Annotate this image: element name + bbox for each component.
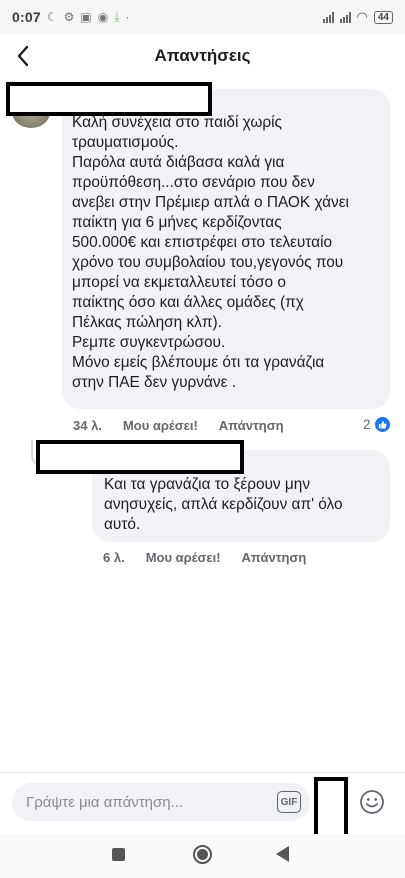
more-dots-icon: ·	[125, 10, 130, 24]
signal-icon-2	[339, 11, 351, 23]
back-triangle-icon[interactable]	[276, 846, 289, 862]
status-time: 0:07	[12, 9, 41, 25]
comment-line: Παρόλα αυτά διάβασα καλά για	[72, 154, 285, 171]
reply-time: 6 λ.	[103, 550, 125, 565]
status-bar: 0:07 ☾ ⚙ ▣ ◉ ⤓ · ◠ 44	[0, 0, 405, 34]
comment-line: Πέλκας πώληση κλπ).	[72, 314, 222, 331]
back-button[interactable]	[10, 42, 36, 70]
moon-icon: ☾	[46, 10, 58, 24]
reaction-count-number: 2	[363, 417, 371, 432]
comment-line: Ρεμπε συγκεντρώσου.	[72, 334, 226, 351]
reaction-count[interactable]: 2	[363, 416, 391, 433]
chevron-left-icon	[17, 45, 29, 67]
system-nav-bar	[0, 834, 405, 878]
header: Απαντήσεις	[0, 34, 405, 78]
comment-text: Καλή συνέχεια στο παιδί χωρίς τραυματισμ…	[72, 113, 349, 393]
comment-line: Καλή συνέχεια στο παιδί χωρίς	[72, 114, 282, 131]
home-icon[interactable]	[193, 845, 212, 864]
page-title: Απαντήσεις	[154, 46, 251, 65]
comment-line: παίκτης όσο και άλλες ομάδες (πχ	[72, 294, 304, 311]
settings-icon: ⚙	[63, 10, 75, 24]
reply-line: Και τα γρανάζια το ξέρουν μην	[104, 476, 311, 493]
comment-line: τραυματισμούς.	[72, 134, 179, 151]
comment-line: χρόνο του συμβολαίου του,γεγονός που	[72, 254, 344, 271]
emoji-icon[interactable]	[359, 789, 385, 815]
comment-line: στην ΠΑΕ δεν γυρνάνε .	[72, 374, 236, 391]
composer-divider	[0, 772, 405, 773]
thumbs-up-icon	[373, 416, 391, 433]
comment-time: 34 λ.	[73, 418, 102, 433]
app-icon: ▣	[80, 10, 92, 24]
redacted-reply-author	[36, 440, 244, 474]
signal-icon	[322, 11, 334, 23]
download-icon: ⤓	[114, 9, 120, 24]
comment-reply-button[interactable]: Απάντηση	[219, 418, 284, 433]
comment-line: 500.000€ και επιστρέφει στο τελευταίο	[72, 234, 333, 251]
comment-like-button[interactable]: Μου αρέσει!	[123, 418, 198, 433]
reply-actions: 6 λ. Μου αρέσει! Απάντηση	[103, 550, 306, 565]
gif-button[interactable]: GIF	[277, 791, 301, 813]
redacted-author-name	[6, 82, 212, 116]
reply-reply-button[interactable]: Απάντηση	[242, 550, 307, 565]
reply-text: Και τα γρανάζια το ξέρουν μην ανησυχείς,…	[104, 475, 343, 535]
redacted-send-area	[314, 777, 348, 839]
messenger-icon: ◉	[97, 10, 109, 24]
wifi-icon: ◠	[356, 9, 368, 24]
comment-actions: 34 λ. Μου αρέσει! Απάντηση	[73, 418, 284, 433]
reply-line: ανησυχείς, απλά κερδίζουν απ' όλο	[104, 496, 343, 513]
reply-like-button[interactable]: Μου αρέσει!	[146, 550, 221, 565]
comment-line: ανεβει στην Πρέμιερ απλά ο ΠΑΟΚ χάνει	[72, 194, 349, 211]
comment-line: παίκτη για 6 μήνες κερδίζοντας	[72, 214, 282, 231]
comment-line: Μόνο εμείς βλέπουμε ότι τα γρανάζια	[72, 354, 325, 371]
comment-line: μπορεί να εκμεταλλευτεί τόσο ο	[72, 274, 286, 291]
reply-composer	[12, 783, 310, 821]
battery-indicator: 44	[373, 10, 393, 24]
comment-bubble: Καλή συνέχεια στο παιδί χωρίς τραυματισμ…	[62, 89, 390, 409]
recents-icon[interactable]	[112, 848, 125, 861]
reply-line: αυτό.	[104, 516, 141, 533]
comment-line: προϋπόθεση...στο σενάριο που δεν	[72, 174, 315, 191]
notification-icons: ☾ ⚙ ▣ ◉ ⤓ ·	[47, 10, 130, 25]
reply-input[interactable]	[26, 793, 246, 811]
